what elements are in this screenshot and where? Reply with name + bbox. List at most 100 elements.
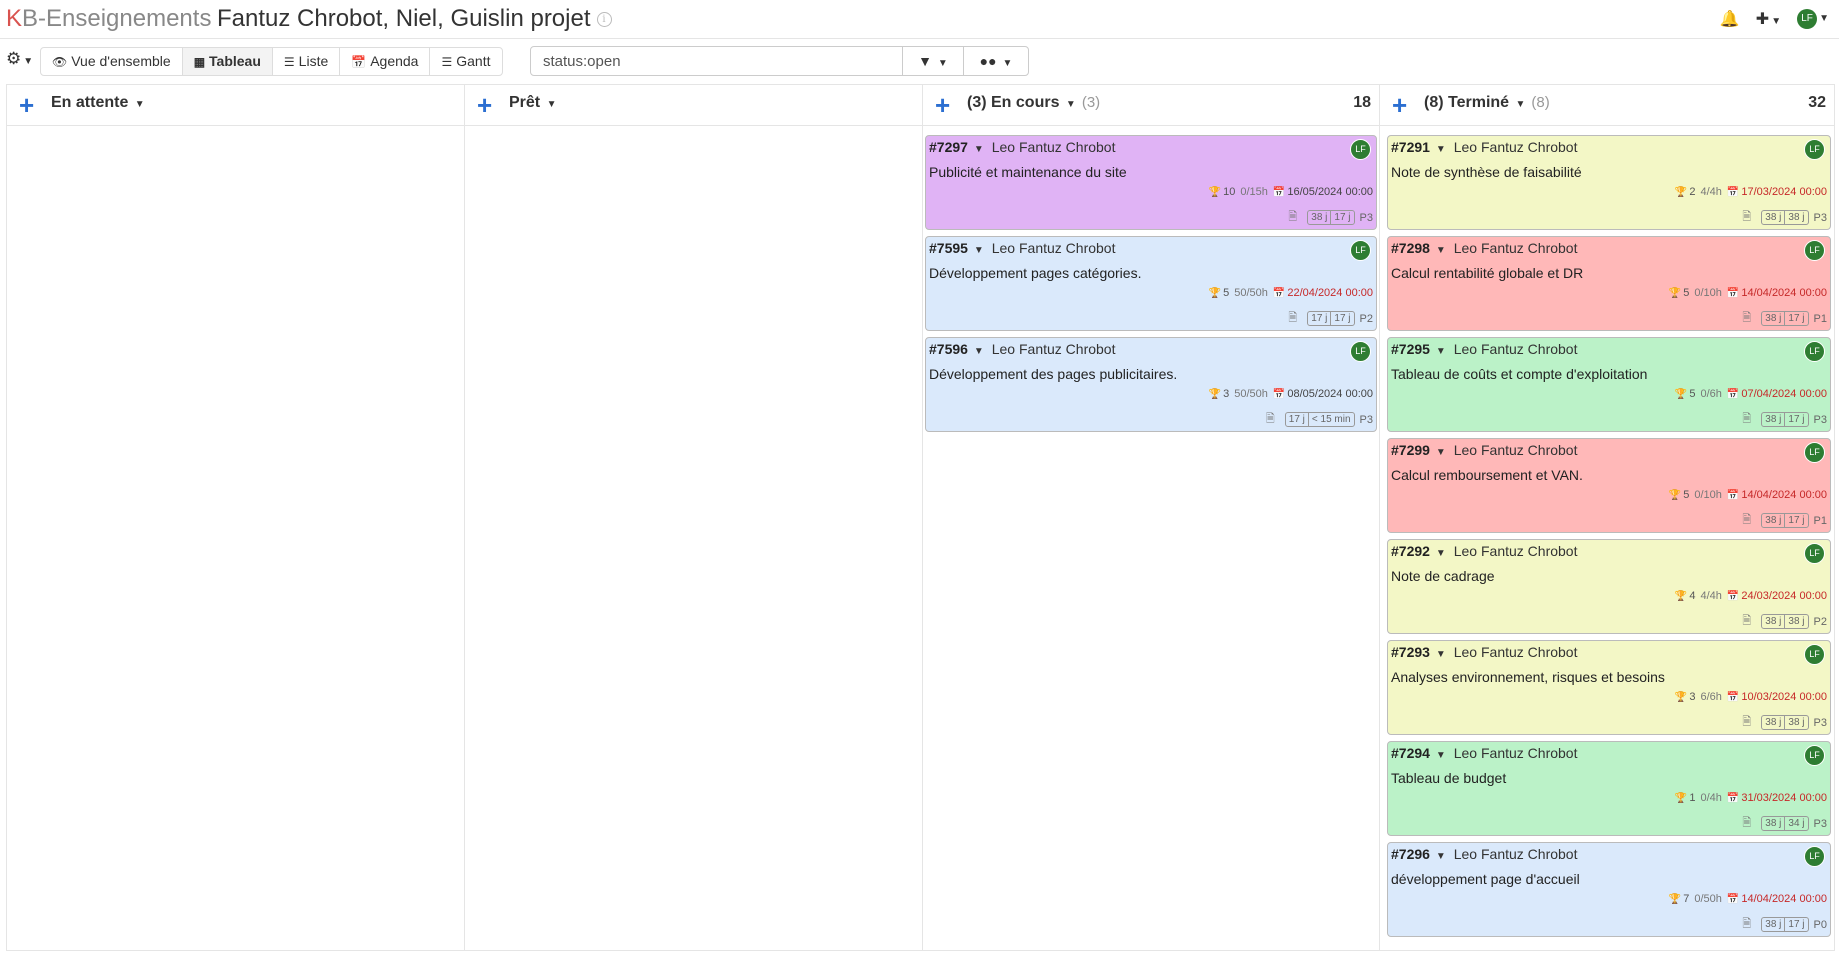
column-title[interactable]: (8) Terminé ▼ (8) xyxy=(1424,92,1550,116)
document-icon[interactable]: 🗎 xyxy=(1266,410,1275,429)
task-title[interactable]: Publicité et maintenance du site xyxy=(929,163,1373,181)
task-id-link[interactable]: #7596 xyxy=(929,341,968,357)
task-id-link[interactable]: #7297 xyxy=(929,139,968,155)
task-card-7294[interactable]: #7294 ▼ Leo Fantuz Chrobot LF Tableau de bu… xyxy=(1387,741,1831,836)
task-title[interactable]: Tableau de budget xyxy=(1391,769,1827,787)
chevron-down-icon[interactable]: ▼ xyxy=(974,346,984,357)
due-value: 08/05/2024 00:00 xyxy=(1287,388,1373,400)
task-id-link[interactable]: #7294 xyxy=(1391,745,1430,761)
gear-icon: ⚙ xyxy=(6,49,22,68)
chevron-down-icon[interactable]: ▼ xyxy=(1436,750,1446,761)
task-durations: 38 j 34 j xyxy=(1761,816,1809,831)
task-title[interactable]: Développement pages catégories. xyxy=(929,264,1373,282)
chevron-down-icon[interactable]: ▼ xyxy=(1436,346,1446,357)
task-title[interactable]: Analyses environnement, risques et besoi… xyxy=(1391,668,1827,686)
filter-button[interactable]: ▼ ▼ xyxy=(902,46,964,76)
calendar-icon: 📅 xyxy=(1272,187,1286,198)
plus-menu-button[interactable]: ✚ ▼ xyxy=(1756,9,1781,29)
column-title[interactable]: (3) En cours ▼ (3) xyxy=(967,92,1100,116)
chevron-down-icon[interactable]: ▼ xyxy=(1436,851,1446,862)
task-id-link[interactable]: #7292 xyxy=(1391,543,1430,559)
chevron-down-icon[interactable]: ▼ xyxy=(1436,649,1446,660)
chevron-down-icon[interactable]: ▼ xyxy=(1436,144,1446,155)
task-id-link[interactable]: #7291 xyxy=(1391,139,1430,155)
document-icon[interactable]: 🗎 xyxy=(1742,915,1751,934)
column-title[interactable]: En attente ▼ xyxy=(51,92,145,116)
document-icon[interactable]: 🗎 xyxy=(1742,713,1751,732)
view-calendar-button[interactable]: 📅 Agenda xyxy=(340,48,431,75)
task-title[interactable]: Note de cadrage xyxy=(1391,567,1827,585)
task-card-7292[interactable]: #7292 ▼ Leo Fantuz Chrobot LF Note de cadra… xyxy=(1387,539,1831,634)
settings-menu-button[interactable]: ⚙ ▼ xyxy=(6,49,33,69)
task-card-7596[interactable]: #7596 ▼ Leo Fantuz Chrobot LF Développement… xyxy=(925,337,1377,432)
calendar-icon: 📅 xyxy=(1726,490,1740,501)
task-title[interactable]: Calcul remboursement et VAN. xyxy=(1391,466,1827,484)
add-task-button[interactable]: + xyxy=(19,91,34,119)
task-card-7298[interactable]: #7298 ▼ Leo Fantuz Chrobot LF Calcul rentab… xyxy=(1387,236,1831,331)
view-switcher: 👁 Vue d'ensemble ▦ Tableau ☰ Liste 📅 Agenda … xyxy=(40,47,503,76)
task-priority: P2 xyxy=(1813,615,1827,628)
task-card-7595[interactable]: #7595 ▼ Leo Fantuz Chrobot LF Développement… xyxy=(925,236,1377,331)
task-card-7295[interactable]: #7295 ▼ Leo Fantuz Chrobot LF Tableau de co… xyxy=(1387,337,1831,432)
task-card-7299[interactable]: #7299 ▼ Leo Fantuz Chrobot LF Calcul rembou… xyxy=(1387,438,1831,533)
task-title[interactable]: Calcul rentabilité globale et DR xyxy=(1391,264,1827,282)
chevron-down-icon[interactable]: ▼ xyxy=(974,144,984,155)
task-title[interactable]: Développement des pages publicitaires. xyxy=(929,365,1373,383)
document-icon[interactable]: 🗎 xyxy=(1288,208,1297,227)
document-icon[interactable]: 🗎 xyxy=(1742,612,1751,631)
chevron-down-icon[interactable]: ▼ xyxy=(1436,548,1446,559)
score-value: 7 xyxy=(1683,893,1690,905)
document-icon[interactable]: 🗎 xyxy=(1288,309,1297,328)
user-menu-button[interactable]: LF ▼ xyxy=(1797,8,1829,29)
task-id-link[interactable]: #7296 xyxy=(1391,846,1430,862)
calendar-icon: 📅 xyxy=(1272,389,1286,400)
chevron-down-icon[interactable]: ▼ xyxy=(1436,447,1446,458)
task-durations: 38 j 17 j xyxy=(1761,412,1809,427)
task-title[interactable]: Tableau de coûts et compte d'exploitatio… xyxy=(1391,365,1827,383)
avatar: LF xyxy=(1804,139,1825,160)
info-icon[interactable]: i xyxy=(596,12,612,28)
document-icon[interactable]: 🗎 xyxy=(1742,511,1751,530)
task-id-link[interactable]: #7595 xyxy=(929,240,968,256)
task-title[interactable]: Note de synthèse de faisabilité xyxy=(1391,163,1827,181)
task-card-7296[interactable]: #7296 ▼ Leo Fantuz Chrobot LF développement… xyxy=(1387,842,1831,937)
app-logo[interactable]: KB-Enseignements xyxy=(6,5,211,33)
document-icon[interactable]: 🗎 xyxy=(1742,208,1751,227)
task-title[interactable]: développement page d'accueil xyxy=(1391,870,1827,888)
task-id-link[interactable]: #7295 xyxy=(1391,341,1430,357)
add-task-button[interactable]: + xyxy=(1392,91,1407,119)
view-board-button[interactable]: ▦ Tableau xyxy=(182,48,273,75)
task-card-7291[interactable]: #7291 ▼ Leo Fantuz Chrobot LF Note de synth… xyxy=(1387,135,1831,230)
task-time: 6/6h xyxy=(1700,691,1722,703)
task-card-7293[interactable]: #7293 ▼ Leo Fantuz Chrobot LF Analyses envi… xyxy=(1387,640,1831,735)
task-card-7297[interactable]: #7297 ▼ Leo Fantuz Chrobot LF Publicité et … xyxy=(925,135,1377,230)
avatar: LF xyxy=(1804,846,1825,867)
view-gantt-button[interactable]: ☰ Gantt xyxy=(430,48,501,75)
project-title-text: Fantuz Chrobot, Niel, Guislin projet xyxy=(217,5,591,32)
task-assignee: Leo Fantuz Chrobot xyxy=(1453,139,1578,155)
bell-icon[interactable]: 🔔 xyxy=(1720,9,1740,29)
card-header: #7293 ▼ Leo Fantuz Chrobot xyxy=(1391,643,1827,664)
score-value: 3 xyxy=(1223,388,1230,400)
column-title[interactable]: Prêt ▼ xyxy=(509,92,556,116)
due-value: 31/03/2024 00:00 xyxy=(1741,792,1827,804)
document-icon[interactable]: 🗎 xyxy=(1742,410,1751,429)
document-icon[interactable]: 🗎 xyxy=(1742,309,1751,328)
chevron-down-icon[interactable]: ▼ xyxy=(1436,245,1446,256)
chevron-down-icon[interactable]: ▼ xyxy=(974,245,984,256)
duration-2: 17 j xyxy=(1330,312,1353,325)
task-id-link[interactable]: #7293 xyxy=(1391,644,1430,660)
task-durations: 38 j 38 j xyxy=(1761,715,1809,730)
task-assignee: Leo Fantuz Chrobot xyxy=(991,240,1116,256)
view-list-button[interactable]: ☰ Liste xyxy=(273,48,341,75)
add-task-button[interactable]: + xyxy=(935,91,950,119)
users-filter-button[interactable]: ●● ▼ xyxy=(963,46,1029,76)
document-icon[interactable]: 🗎 xyxy=(1742,814,1751,833)
view-overview-button[interactable]: 👁 Vue d'ensemble xyxy=(41,48,183,75)
duration-2: 17 j xyxy=(1784,413,1807,426)
duration-2: 38 j xyxy=(1784,615,1807,628)
task-id-link[interactable]: #7299 xyxy=(1391,442,1430,458)
add-task-button[interactable]: + xyxy=(477,91,492,119)
task-id-link[interactable]: #7298 xyxy=(1391,240,1430,256)
filter-search-input[interactable] xyxy=(530,46,903,76)
